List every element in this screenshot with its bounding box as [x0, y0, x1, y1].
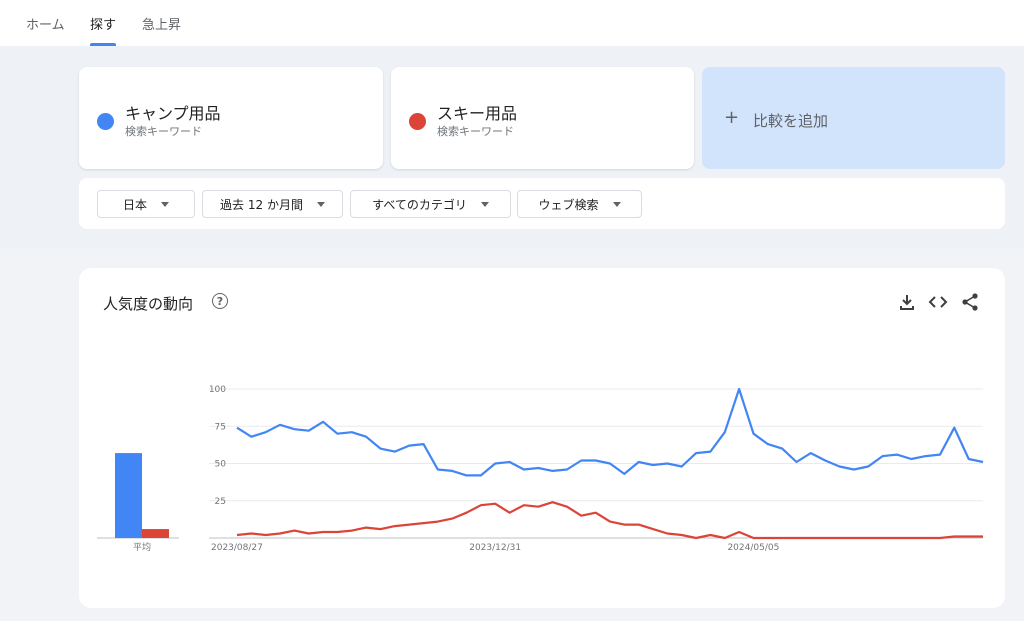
caret-down-icon [480, 201, 489, 207]
plus-icon: + [724, 107, 740, 128]
term-color-dot [409, 113, 426, 130]
interest-over-time-card: 人気度の動向 ? 25 50 75 100 平均 2023/08/27 2023/12/… [79, 268, 1005, 608]
y-tick-label: 25 [215, 497, 226, 507]
term-type: 検索キーワード [437, 125, 514, 138]
trend-chart: 25 50 75 100 平均 2023/08/27 2023/12/31 2024/05… [97, 385, 984, 553]
series-line [236, 501, 983, 540]
tab-explore[interactable]: 探す [90, 14, 116, 33]
y-tick-label: 75 [215, 422, 226, 432]
term-card-camping[interactable]: キャンプ用品 検索キーワード [79, 67, 383, 169]
region-dropdown[interactable]: 日本 [97, 190, 195, 218]
term-type: 検索キーワード [125, 125, 202, 138]
series-line [236, 387, 984, 477]
top-navigation: ホーム 探す 急上昇 [0, 0, 1024, 46]
caret-down-icon [316, 201, 325, 207]
term-name[interactable]: キャンプ用品 [125, 100, 221, 124]
period-dropdown[interactable]: 過去 12 か月間 [202, 190, 343, 218]
term-name[interactable]: スキー用品 [437, 100, 517, 124]
x-tick-label: 2024/05/05 [727, 543, 779, 553]
tab-home[interactable]: ホーム [26, 14, 65, 33]
filter-bar: 日本 過去 12 か月間 すべてのカテゴリ ウェブ検索 [79, 178, 1005, 229]
term-card-ski[interactable]: スキー用品 検索キーワード [391, 67, 694, 169]
tab-trending[interactable]: 急上昇 [142, 14, 181, 33]
period-value: 過去 12 か月間 [220, 197, 303, 212]
y-tick-label: 50 [215, 460, 227, 470]
caret-down-icon [612, 201, 621, 207]
category-dropdown[interactable]: すべてのカテゴリ [350, 190, 511, 218]
search-type-value: ウェブ検索 [538, 197, 599, 212]
category-value: すべてのカテゴリ [372, 197, 467, 212]
average-label: 平均 [133, 541, 151, 553]
caret-down-icon [161, 201, 169, 207]
search-type-dropdown[interactable]: ウェブ検索 [517, 190, 642, 218]
average-bar [115, 453, 142, 538]
x-tick-label: 2023/12/31 [469, 543, 521, 553]
average-bar [142, 529, 169, 538]
region-value: 日本 [122, 197, 147, 212]
y-tick-label: 100 [209, 385, 226, 395]
add-compare-button[interactable]: + 比較を追加 [702, 67, 1005, 169]
x-tick-label: 2023/08/27 [211, 543, 263, 553]
term-color-dot [97, 113, 114, 130]
add-compare-label: 比較を追加 [753, 112, 829, 130]
